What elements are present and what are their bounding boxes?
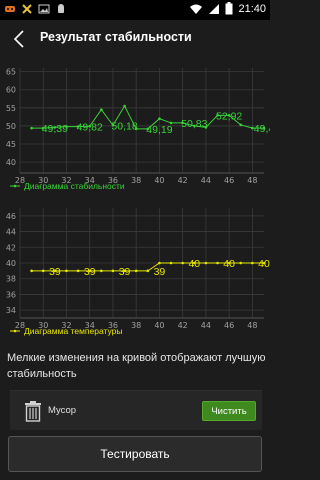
data-point bbox=[100, 108, 103, 111]
data-point bbox=[65, 269, 68, 273]
chevron-left-icon bbox=[13, 30, 24, 48]
data-label: 39 bbox=[84, 266, 96, 278]
clean-button[interactable]: Чистить bbox=[202, 401, 256, 421]
x-tick-label: 42 bbox=[178, 321, 188, 330]
app-bar: Результат стабильности bbox=[0, 20, 270, 58]
data-point bbox=[169, 261, 173, 265]
status-time: 21:40 bbox=[238, 2, 266, 15]
data-label: 39 bbox=[119, 266, 131, 278]
status-bar: 21:40 bbox=[0, 0, 270, 20]
y-tick-label: 36 bbox=[6, 290, 16, 299]
x-tick-label: 40 bbox=[154, 321, 164, 330]
x-tick-label: 44 bbox=[201, 321, 211, 330]
test-button[interactable]: Тестировать bbox=[8, 436, 262, 472]
temperature-chart-svg: 3436384042444628 30 32 34 36 38 40 42 44 46 48Диаг… bbox=[6, 208, 270, 336]
data-point bbox=[30, 126, 33, 130]
trash-icon bbox=[25, 401, 41, 422]
back-button[interactable] bbox=[6, 26, 32, 52]
data-label: 40 bbox=[188, 258, 200, 270]
stability-description: Мелкие изменения на кривой отображают лу… bbox=[7, 352, 266, 380]
y-tick-label: 65 bbox=[6, 68, 16, 77]
data-label: 49,39 bbox=[42, 123, 68, 135]
data-point bbox=[239, 123, 243, 127]
image-icon bbox=[38, 4, 50, 14]
y-tick-label: 38 bbox=[6, 275, 16, 284]
data-point bbox=[158, 261, 161, 265]
x-tick-label: 44 bbox=[201, 176, 211, 185]
data-point bbox=[111, 269, 115, 273]
map-icon bbox=[22, 4, 32, 14]
data-point bbox=[134, 269, 138, 273]
y-tick-label: 46 bbox=[6, 212, 16, 221]
legend-marker bbox=[13, 329, 17, 333]
data-point bbox=[76, 269, 80, 273]
data-label: 39 bbox=[154, 266, 166, 278]
data-label: 49,4 bbox=[254, 123, 270, 135]
trash-card: Мусор Чистить bbox=[10, 390, 262, 430]
data-point bbox=[239, 261, 243, 265]
y-tick-label: 34 bbox=[6, 306, 16, 315]
data-point bbox=[251, 261, 254, 265]
x-tick-label: 48 bbox=[247, 176, 257, 185]
x-tick-label: 40 bbox=[154, 176, 164, 185]
data-label: 49,19 bbox=[146, 124, 172, 136]
data-label: 49,82 bbox=[77, 122, 103, 134]
y-tick-label: 40 bbox=[6, 158, 16, 167]
legend-marker bbox=[13, 184, 17, 188]
data-label: 50,83 bbox=[181, 118, 207, 130]
data-label: 40 bbox=[223, 258, 235, 270]
legend-label: Диаграмма температуры bbox=[24, 326, 123, 336]
data-point bbox=[30, 269, 33, 273]
y-tick-label: 60 bbox=[6, 86, 16, 95]
y-tick-label: 50 bbox=[6, 122, 16, 131]
y-tick-label: 45 bbox=[6, 140, 16, 149]
x-tick-label: 46 bbox=[224, 176, 234, 185]
data-label: 39 bbox=[49, 266, 61, 278]
game-icon bbox=[5, 6, 15, 12]
y-tick-label: 55 bbox=[6, 104, 16, 113]
y-tick-label: 44 bbox=[6, 228, 16, 237]
data-point bbox=[204, 261, 208, 265]
signal-icon bbox=[209, 3, 220, 14]
data-point bbox=[146, 269, 150, 273]
data-point bbox=[181, 261, 184, 265]
page-title: Результат стабильности bbox=[40, 30, 192, 44]
data-label: 40 bbox=[258, 258, 270, 270]
y-tick-label: 40 bbox=[6, 259, 16, 268]
battery-icon bbox=[225, 2, 233, 15]
data-point bbox=[100, 269, 103, 273]
x-tick-label: 38 bbox=[131, 176, 141, 185]
x-tick-label: 46 bbox=[224, 321, 234, 330]
x-tick-label: 42 bbox=[178, 176, 188, 185]
data-point bbox=[216, 261, 219, 265]
data-point bbox=[158, 117, 161, 120]
x-tick-label: 48 bbox=[247, 321, 257, 330]
data-label: 50,18 bbox=[111, 120, 137, 132]
temperature-chart: 34 36 38 40 42 44 46 28 30 32 34 36 38 40 42 44 46 48 Диаг… bbox=[0, 200, 270, 340]
stability-chart-svg: 40455055606528 30 32 34 36 38 40 42 44 46 48Диагра… bbox=[6, 68, 270, 191]
y-tick-label: 42 bbox=[6, 243, 16, 252]
trash-label: Мусор bbox=[48, 405, 77, 416]
android-icon bbox=[58, 4, 64, 13]
legend-label: Диаграмма стабильности bbox=[24, 181, 125, 191]
stability-chart: 40 45 50 55 60 65 28 30 32 34 36 38 40 42 44 46 48 Диагра… bbox=[0, 60, 270, 195]
data-point bbox=[41, 269, 45, 273]
data-label: 52,92 bbox=[216, 110, 242, 122]
x-tick-label: 38 bbox=[131, 321, 141, 330]
data-point bbox=[123, 104, 126, 108]
wifi-icon bbox=[190, 4, 203, 14]
